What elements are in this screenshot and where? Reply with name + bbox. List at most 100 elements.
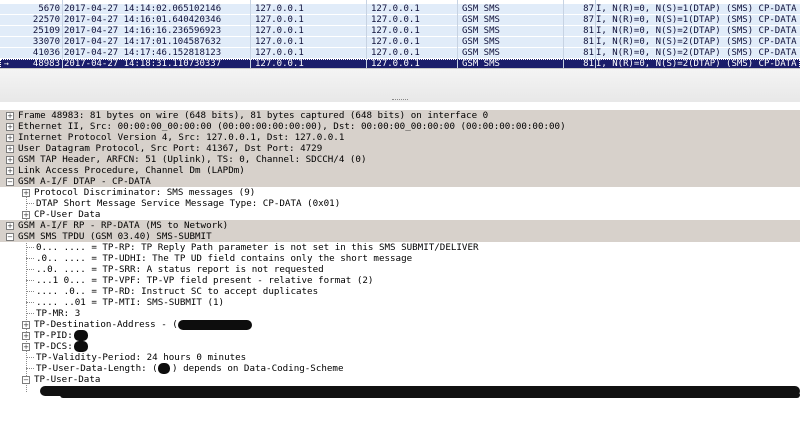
tree-line	[26, 368, 34, 369]
tree-item-label: GSM A-I/F RP - RP-DATA (MS to Network)	[18, 220, 229, 231]
plus-box-icon[interactable]: +	[22, 332, 30, 340]
packet-details-tree: + Frame 48983: 81 bytes on wire (648 bit…	[0, 102, 800, 406]
tree-item-tp-rp[interactable]: 0... .... = TP-RP: TP Reply Path paramet…	[0, 242, 800, 253]
packet-info: I, N(R)=0, N(S)=2(DTAP) (SMS) CP-DATA	[596, 48, 797, 58]
pane-splitter[interactable]	[0, 68, 800, 103]
column-separator	[62, 0, 63, 68]
packet-number: 33070	[32, 37, 60, 47]
packet-protocol: GSM SMS	[462, 15, 500, 25]
tree-item-label: ..0. .... = TP-SRR: A status report is n…	[36, 264, 324, 275]
tree-line	[26, 313, 34, 314]
packet-protocol: GSM SMS	[462, 37, 500, 47]
tree-item-dtap-pd[interactable]: + Protocol Discriminator: SMS messages (…	[0, 187, 800, 198]
plus-box-icon[interactable]: +	[22, 321, 30, 329]
tree-item-label: TP-User-Data	[34, 374, 101, 385]
tree-item-ethernet[interactable]: + Ethernet II, Src: 00:00:00_00:00:00 (0…	[0, 121, 800, 132]
tree-item-gsmtap[interactable]: + GSM TAP Header, ARFCN: 51 (Uplink), TS…	[0, 154, 800, 165]
packet-row[interactable]: 22570 2017-04-27 14:16:01.640420346 127.0.…	[0, 15, 800, 25]
tree-item-tp-udl[interactable]: TP-User-Data-Length: ( ) depends on Data…	[0, 363, 800, 374]
tree-item-label: GSM A-I/F DTAP - CP-DATA	[18, 176, 151, 187]
tree-item-tp-mti[interactable]: .... ..01 = TP-MTI: SMS-SUBMIT (1)	[0, 297, 800, 308]
packet-protocol: GSM SMS	[462, 26, 500, 36]
plus-box-icon[interactable]: +	[6, 112, 14, 120]
tree-item-tp-dcs[interactable]: + TP-DCS:	[0, 341, 800, 352]
plus-box-icon[interactable]: +	[22, 343, 30, 351]
tree-item-tpdu[interactable]: − GSM SMS TPDU (GSM 03.40) SMS-SUBMIT	[0, 231, 800, 242]
packet-length: 87	[583, 4, 594, 14]
tree-item-dtap[interactable]: − GSM A-I/F DTAP - CP-DATA	[0, 176, 800, 187]
packet-protocol: GSM SMS	[462, 48, 500, 58]
tree-item-tp-da[interactable]: + TP-Destination-Address - (	[0, 319, 800, 330]
tree-item-label: TP-PID:	[34, 330, 73, 341]
tree-item-tp-pid[interactable]: + TP-PID:	[0, 330, 800, 341]
tree-item-tp-srr[interactable]: ..0. .... = TP-SRR: A status report is n…	[0, 264, 800, 275]
tree-line	[26, 280, 34, 281]
plus-box-icon[interactable]: +	[6, 134, 14, 142]
tree-line	[26, 302, 34, 303]
tree-item-label: .... .0.. = TP-RD: Instruct SC to accept…	[36, 286, 319, 297]
minus-box-icon[interactable]: −	[22, 376, 30, 384]
tree-item-dtap-ud[interactable]: + CP-User Data	[0, 209, 800, 220]
tree-item-label: Protocol Discriminator: SMS messages (9)	[34, 187, 256, 198]
packet-source: 127.0.0.1	[255, 37, 304, 47]
packet-number: 25109	[32, 26, 60, 36]
plus-box-icon[interactable]: +	[22, 189, 30, 197]
tree-item-label: Internet Protocol Version 4, Src: 127.0.…	[18, 132, 345, 143]
tree-item-label: Link Access Procedure, Channel Dm (LAPDm…	[18, 165, 245, 176]
tree-item-ip[interactable]: + Internet Protocol Version 4, Src: 127.…	[0, 132, 800, 143]
tree-item-tp-vpf[interactable]: ...1 0... = TP-VPF: TP-VP field present …	[0, 275, 800, 286]
packet-time: 2017-04-27 14:14:02.065102146	[64, 4, 222, 14]
tree-line	[26, 357, 34, 358]
redaction-mark	[74, 341, 88, 352]
tree-line	[26, 247, 34, 248]
column-separator	[366, 0, 367, 68]
packet-source: 127.0.0.1	[255, 48, 304, 58]
tree-item-tp-rd[interactable]: .... .0.. = TP-RD: Instruct SC to accept…	[0, 286, 800, 297]
tree-item-tp-mr[interactable]: TP-MR: 3	[0, 308, 800, 319]
minus-box-icon[interactable]: −	[6, 178, 14, 186]
plus-box-icon[interactable]: +	[6, 156, 14, 164]
tree-item-udp[interactable]: + User Datagram Protocol, Src Port: 4136…	[0, 143, 800, 154]
packet-row[interactable]: 5670 2017-04-27 14:14:02.065102146 127.0.0…	[0, 4, 800, 14]
tree-item-label: TP-Destination-Address - (	[34, 319, 178, 330]
packet-row[interactable]: 41036 2017-04-27 14:17:46.152818123 127.0.…	[0, 48, 800, 58]
packet-length: 87	[583, 15, 594, 25]
tree-item-label: Ethernet II, Src: 00:00:00_00:00:00 (00:…	[18, 121, 566, 132]
column-separator	[250, 0, 251, 68]
tree-item-rp[interactable]: + GSM A-I/F RP - RP-DATA (MS to Network)	[0, 220, 800, 231]
tree-item-label: GSM SMS TPDU (GSM 03.40) SMS-SUBMIT	[18, 231, 212, 242]
redaction-mark	[60, 392, 800, 398]
tree-line	[26, 269, 34, 270]
packet-length: 81	[583, 26, 594, 36]
packet-number: 41036	[32, 48, 60, 58]
packet-info: I, N(R)=0, N(S)=1(DTAP) (SMS) CP-DATA	[596, 15, 797, 25]
plus-box-icon[interactable]: +	[6, 167, 14, 175]
packet-row[interactable]: 25109 2017-04-27 14:16:16.236596923 127.0.…	[0, 26, 800, 36]
tree-item-tp-udhi[interactable]: .0.. .... = TP-UDHI: The TP UD field con…	[0, 253, 800, 264]
tree-item-tp-ud[interactable]: − TP-User-Data	[0, 374, 800, 385]
tree-item-label: TP-MR: 3	[36, 308, 81, 319]
tree-item-lapdm[interactable]: + Link Access Procedure, Channel Dm (LAP…	[0, 165, 800, 176]
packet-row[interactable]: 33070 2017-04-27 14:17:01.104587632 127.0.…	[0, 37, 800, 47]
tree-item-label: TP-Validity-Period: 24 hours 0 minutes	[36, 352, 247, 363]
packet-time: 2017-04-27 14:17:46.152818123	[64, 48, 222, 58]
plus-box-icon[interactable]: +	[6, 145, 14, 153]
tree-item-label: Frame 48983: 81 bytes on wire (648 bits)…	[18, 110, 489, 121]
tree-item-dtap-mt[interactable]: DTAP Short Message Service Message Type:…	[0, 198, 800, 209]
packet-info: I, N(R)=0, N(S)=2(DTAP) (SMS) CP-DATA	[596, 37, 797, 47]
tree-item-tp-vp[interactable]: TP-Validity-Period: 24 hours 0 minutes	[0, 352, 800, 363]
minus-box-icon[interactable]: −	[6, 233, 14, 241]
tree-item-frame[interactable]: + Frame 48983: 81 bytes on wire (648 bit…	[0, 110, 800, 121]
tree-item-label: CP-User Data	[34, 209, 101, 220]
packet-destination: 127.0.0.1	[371, 4, 420, 14]
packet-destination: 127.0.0.1	[371, 48, 420, 58]
tree-line	[26, 258, 34, 259]
tree-item-label: DTAP Short Message Service Message Type:…	[36, 198, 341, 209]
tree-item-label: 0... .... = TP-RP: TP Reply Path paramet…	[36, 242, 479, 253]
plus-box-icon[interactable]: +	[6, 222, 14, 230]
packet-list[interactable]: 5670 2017-04-27 14:14:02.065102146 127.0.0…	[0, 0, 800, 69]
plus-box-icon[interactable]: +	[6, 123, 14, 131]
tree-item-label: GSM TAP Header, ARFCN: 51 (Uplink), TS: …	[18, 154, 367, 165]
plus-box-icon[interactable]: +	[22, 211, 30, 219]
packet-time: 2017-04-27 14:17:01.104587632	[64, 37, 222, 47]
